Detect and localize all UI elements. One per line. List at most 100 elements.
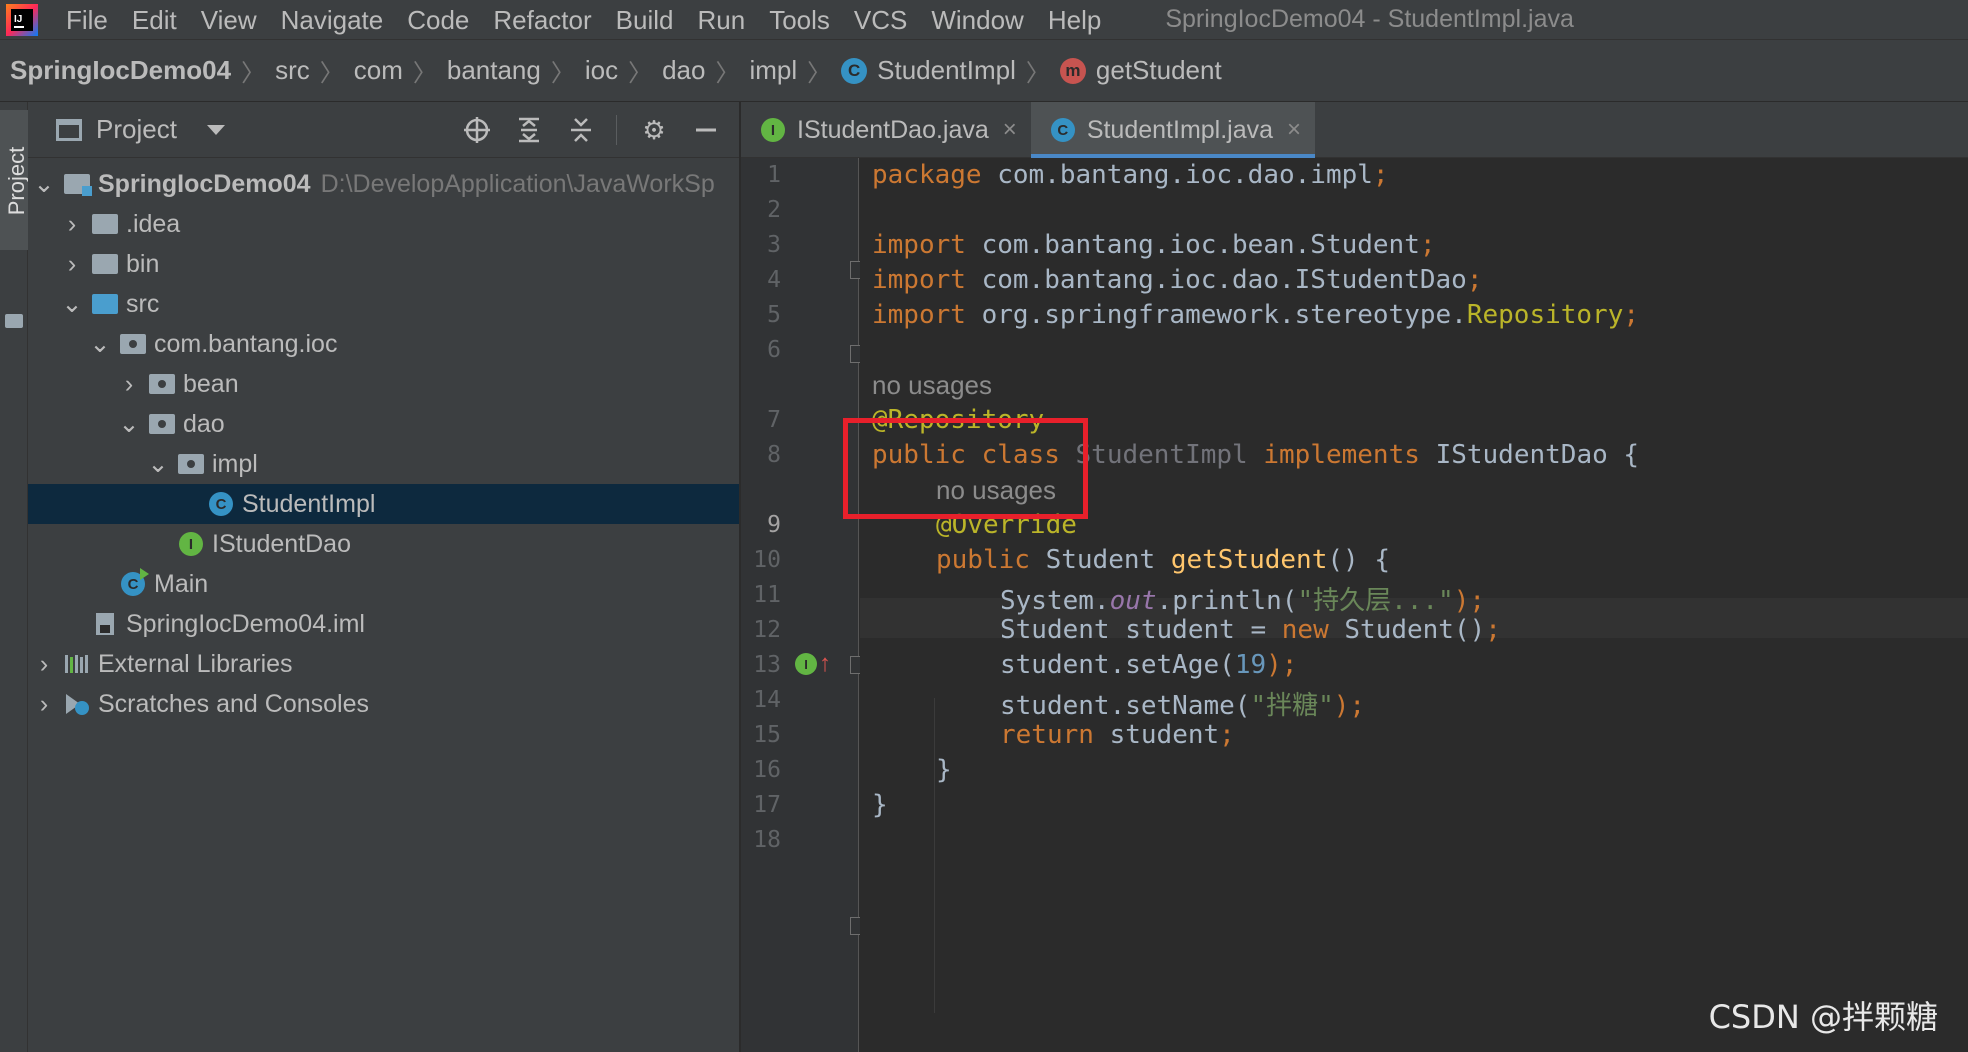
code-token: implements [1263,440,1420,470]
close-icon[interactable]: × [1287,116,1301,144]
menu-window[interactable]: Window [931,0,1023,40]
tree-item-impl[interactable]: ⌄ impl [28,444,739,484]
tree-item-scratches[interactable]: › Scratches and Consoles [28,684,739,724]
tree-item-istudent-dao[interactable]: I IStudentDao [28,524,739,564]
menu-help[interactable]: Help [1048,0,1101,40]
line-number: 15 [753,722,781,748]
project-panel-header: Project ⚙ [28,102,739,158]
tree-item-idea[interactable]: › .idea [28,204,739,244]
tree-item-main[interactable]: C Main [28,564,739,604]
tree-label: Main [154,569,209,598]
breadcrumb-separator-icon: 〉 [319,60,344,87]
breadcrumb-project[interactable]: SpringIocDemo04 [10,55,231,86]
chevron-right-icon[interactable]: › [60,210,84,238]
chevron-right-icon[interactable]: › [117,370,141,398]
code-token: ; [1485,615,1501,645]
chevron-down-icon[interactable]: ⌄ [146,450,170,478]
tree-item-student-impl[interactable]: C StudentImpl [28,484,739,524]
breadcrumb-method[interactable]: m getStudent [1059,55,1222,86]
menu-view[interactable]: View [201,0,257,40]
toolbar-divider [616,115,617,145]
menu-build[interactable]: Build [616,0,674,40]
code-token: import [872,265,966,295]
breadcrumb-bantang[interactable]: bantang [447,55,541,86]
menu-run[interactable]: Run [697,0,745,40]
chevron-right-icon[interactable]: › [32,650,56,678]
menu-navigate[interactable]: Navigate [281,0,384,40]
menu-edit[interactable]: Edit [132,0,177,40]
code-line-5: import org.springframework.stereotype.Re… [872,300,1639,330]
code-token: ); [1453,586,1486,616]
breadcrumb-dao[interactable]: dao [662,55,705,86]
tree-item-root[interactable]: ⌄ SpringIocDemo04 D:\DevelopApplication\… [28,164,739,204]
tree-item-bin[interactable]: › bin [28,244,739,284]
usages-hint[interactable]: no usages [872,370,992,401]
chevron-down-icon[interactable]: ⌄ [32,170,56,198]
menu-tools[interactable]: Tools [769,0,830,40]
code-line-17: } [872,790,888,820]
chevron-right-icon[interactable]: › [60,250,84,278]
code-line-14: student.setName("拌糖"); [1000,685,1365,722]
breadcrumb-separator-icon: 〉 [1025,60,1050,87]
menu-vcs[interactable]: VCS [854,0,907,40]
code-editor[interactable]: package com.bantang.ioc.dao.impl; import… [860,158,1968,1052]
tree-item-dao[interactable]: ⌄ dao [28,404,739,444]
line-number: 8 [767,442,781,468]
gutter-marker[interactable]: I ↑ [795,650,831,678]
implements-method-icon: I [795,653,817,675]
project-tool-tab[interactable]: Project [0,110,29,250]
library-icon [64,652,90,676]
runnable-class-icon: C [120,568,149,596]
line-number: 6 [767,337,781,363]
menu-code[interactable]: Code [407,0,469,40]
menu-refactor[interactable]: Refactor [493,0,591,40]
folder-icon [92,212,118,236]
tree-item-src[interactable]: ⌄ src [28,284,739,324]
breadcrumb-ioc[interactable]: ioc [585,55,618,86]
menu-file[interactable]: File [66,0,108,40]
tab-studentimpl[interactable]: C StudentImpl.java × [1030,102,1316,158]
breadcrumb-com[interactable]: com [354,55,403,86]
code-line-10: public Student getStudent() { [936,545,1390,575]
collapse-all-icon[interactable] [566,112,596,148]
code-token: com.bantang.ioc.bean.Student [965,230,1420,260]
breadcrumb-separator-icon: 〉 [412,60,437,87]
scratches-icon [64,692,90,716]
iml-file-icon [92,612,118,636]
gear-icon[interactable]: ⚙ [639,112,669,148]
breadcrumb-separator-icon: 〉 [241,60,266,87]
code-token: "拌糖" [1250,691,1334,721]
breadcrumb-impl[interactable]: impl [749,55,797,86]
breadcrumb-method-label: getStudent [1095,55,1222,85]
line-number: 5 [767,302,781,328]
chevron-down-icon[interactable]: ⌄ [88,330,112,358]
breadcrumb-class[interactable]: C StudentImpl [841,55,1016,86]
tree-item-bean[interactable]: › bean [28,364,739,404]
breadcrumb-src[interactable]: src [275,55,310,86]
chevron-down-icon[interactable]: ⌄ [60,290,84,318]
line-number: 17 [753,792,781,818]
locate-icon[interactable] [462,112,492,148]
tree-item-external-libraries[interactable]: › External Libraries [28,644,739,684]
expand-all-icon[interactable] [514,112,544,148]
close-icon[interactable]: × [1003,116,1017,144]
line-number: 12 [753,617,781,643]
code-token: ); [1266,650,1298,680]
project-tool-label: Project [4,146,29,216]
code-line-16: } [936,755,952,785]
class-icon: C [1050,118,1075,142]
code-token: ; [1372,160,1389,190]
package-icon [178,452,204,476]
chevron-right-icon[interactable]: › [32,690,56,718]
line-number: 7 [767,407,781,433]
tab-istudentdao[interactable]: I IStudentDao.java × [741,102,1031,158]
code-token: ); [1333,691,1366,721]
project-panel-title[interactable]: Project [96,114,177,145]
package-icon [149,412,175,436]
tree-item-package[interactable]: ⌄ com.bantang.ioc [28,324,739,364]
tree-item-iml[interactable]: SpringIocDemo04.iml [28,604,739,644]
chevron-down-icon[interactable]: ⌄ [117,410,141,438]
chevron-down-icon[interactable] [206,124,225,135]
minimize-icon[interactable] [691,112,721,148]
tab-label: StudentImpl.java [1086,115,1274,144]
